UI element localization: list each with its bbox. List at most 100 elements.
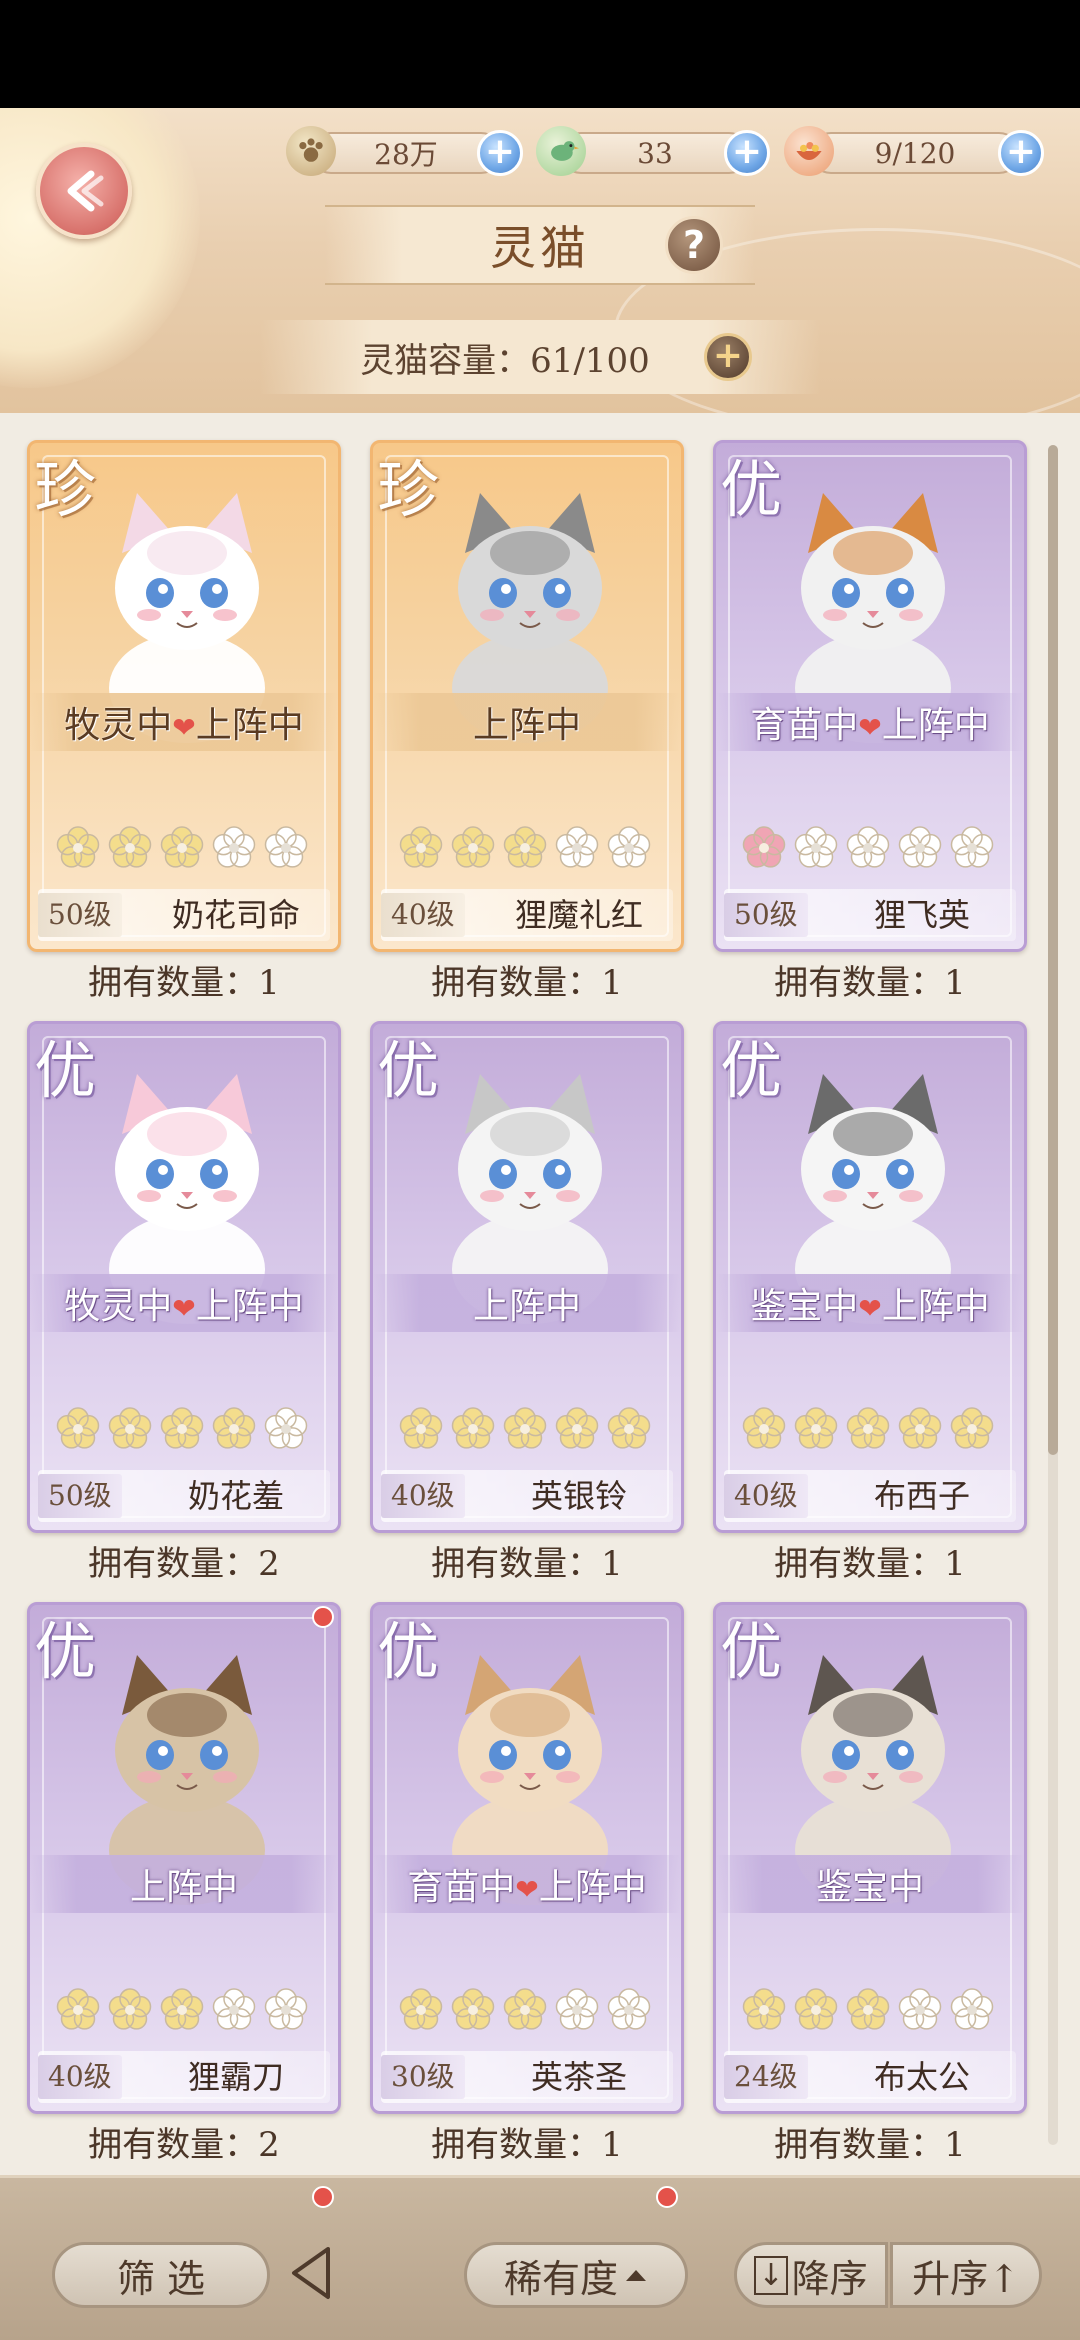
star-filled-icon [108,1407,152,1449]
star-filled-icon [399,1988,443,2030]
filter-label: 筛 选 [116,2256,206,2301]
status-text: 鉴宝中 [815,1867,924,1908]
star-filled-icon [503,1988,547,2030]
owned-count: 拥有数量：1 [88,963,280,1003]
cat-card[interactable]: 优育苗中❤上阵中 50级 狸飞英 [713,440,1027,952]
cat-card[interactable]: 优牧灵中❤上阵中 50级 奶花羞 [27,1021,341,1533]
sort-field-label: 稀有度 [503,2256,618,2301]
star-filled-icon [503,826,547,868]
back-arrow-icon [67,170,104,212]
status-banner: 牧灵中❤上阵中 [30,693,338,751]
capacity-text: 灵猫容量：61/100 [360,340,650,381]
rarity-label: 优 [34,1615,97,1688]
level-badge: 40级 [381,1474,465,1518]
cat-card[interactable]: 珍上阵中 40级 狸魔礼红 [370,440,684,952]
heart-icon: ❤ [172,711,196,744]
star-empty-icon [950,826,994,868]
star-empty-icon [950,1988,994,2030]
cat-name: 狸飞英 [873,896,970,934]
level-badge: 24级 [724,2055,808,2099]
rarity-label: 优 [720,453,783,526]
ascending-button[interactable]: 升序↑ [890,2242,1042,2308]
owned-count: 拥有数量：2 [88,2125,280,2165]
scrollbar-thumb[interactable] [1048,445,1058,1455]
cat-card[interactable]: 优上阵中 40级 英银铃 [370,1021,684,1533]
rarity-label: 优 [34,1034,97,1107]
status-part: 上阵中 [881,705,990,746]
descending-button[interactable]: ↓ 降序 [734,2242,888,2308]
food-bowl-icon [784,126,834,176]
status-part: 上阵中 [195,705,304,746]
cat-card[interactable]: 优育苗中❤上阵中 30级 英茶圣 [370,1602,684,2114]
currency-food-value: 9/120 [874,136,956,170]
heart-icon: ❤ [172,1292,196,1325]
star-rating [740,823,1006,871]
star-filled-icon [451,826,495,868]
status-part: 上阵中 [538,1867,647,1908]
cat-name: 英茶圣 [530,2058,627,2096]
star-filled-icon [950,1407,994,1449]
star-rating [54,823,320,871]
cat-card[interactable]: 珍牧灵中❤上阵中 50级 奶花司命 [27,440,341,952]
currency-birds: 33 [560,132,750,174]
ascending-label: 升序↑ [912,2256,1020,2301]
notification-dot [656,2186,678,2208]
cat-card[interactable]: 优上阵中 40级 狸霸刀 [27,1602,341,2114]
star-filled-icon [794,1988,838,2030]
star-empty-icon [846,826,890,868]
star-filled-icon [56,826,100,868]
star-rating [397,1404,663,1452]
rarity-label: 优 [720,1615,783,1688]
owned-count: 拥有数量：1 [774,1544,966,1584]
level-badge: 40级 [38,2055,122,2099]
owned-count: 拥有数量：1 [774,2125,966,2165]
sort-field-button[interactable]: 稀有度 [464,2242,688,2308]
status-text: 育苗中❤上阵中 [407,1858,647,1910]
heart-icon: ❤ [858,711,882,744]
currency-food: 9/120 [810,132,1020,174]
owned-count: 拥有数量：1 [774,963,966,1003]
status-text: 牧灵中❤上阵中 [64,696,304,748]
star-filled-icon [451,1407,495,1449]
cat-name: 英银铃 [530,1477,627,1515]
heart-icon: ❤ [858,1292,882,1325]
status-banner: 上阵中 [373,1274,681,1332]
filter-button[interactable]: 筛 选 [52,2242,270,2308]
back-button[interactable] [36,143,132,239]
status-part: 牧灵中 [64,1286,173,1327]
rarity-label: 珍 [377,453,440,526]
star-empty-icon [898,1988,942,2030]
currency-coins-value: 28万 [374,138,438,171]
add-food-button[interactable]: + [998,130,1044,176]
star-rating [740,1404,1006,1452]
star-filled-icon [555,1407,599,1449]
cat-card[interactable]: 优鉴宝中❤上阵中 40级 布西子 [713,1021,1027,1533]
help-button[interactable]: ? [665,216,723,274]
cat-name: 布西子 [873,1477,970,1515]
star-filled-icon [399,1407,443,1449]
status-part: 育苗中 [750,705,859,746]
cat-name: 奶花羞 [187,1477,284,1515]
star-filled-icon [160,1407,204,1449]
page-title: 灵猫 [490,221,590,275]
collapse-triangle-icon[interactable] [286,2243,336,2303]
status-banner: 鉴宝中 [716,1855,1024,1913]
star-filled-icon [503,1407,547,1449]
heart-icon: ❤ [515,1873,539,1906]
rarity-label: 优 [720,1034,783,1107]
status-bar [0,0,1080,108]
rarity-label: 优 [377,1034,440,1107]
cat-card[interactable]: 优鉴宝中 24级 布太公 [713,1602,1027,2114]
star-filled-icon [607,1407,651,1449]
add-capacity-button[interactable]: + [704,333,752,381]
bird-icon [536,126,586,176]
add-coins-button[interactable]: + [477,130,523,176]
status-text: 牧灵中❤上阵中 [64,1277,304,1329]
star-filled-icon [56,1407,100,1449]
level-badge: 50级 [38,1474,122,1518]
star-filled-icon [742,826,786,868]
caret-up-icon [626,2270,646,2281]
star-empty-icon [264,1988,308,2030]
add-birds-button[interactable]: + [724,130,770,176]
status-banner: 上阵中 [30,1855,338,1913]
